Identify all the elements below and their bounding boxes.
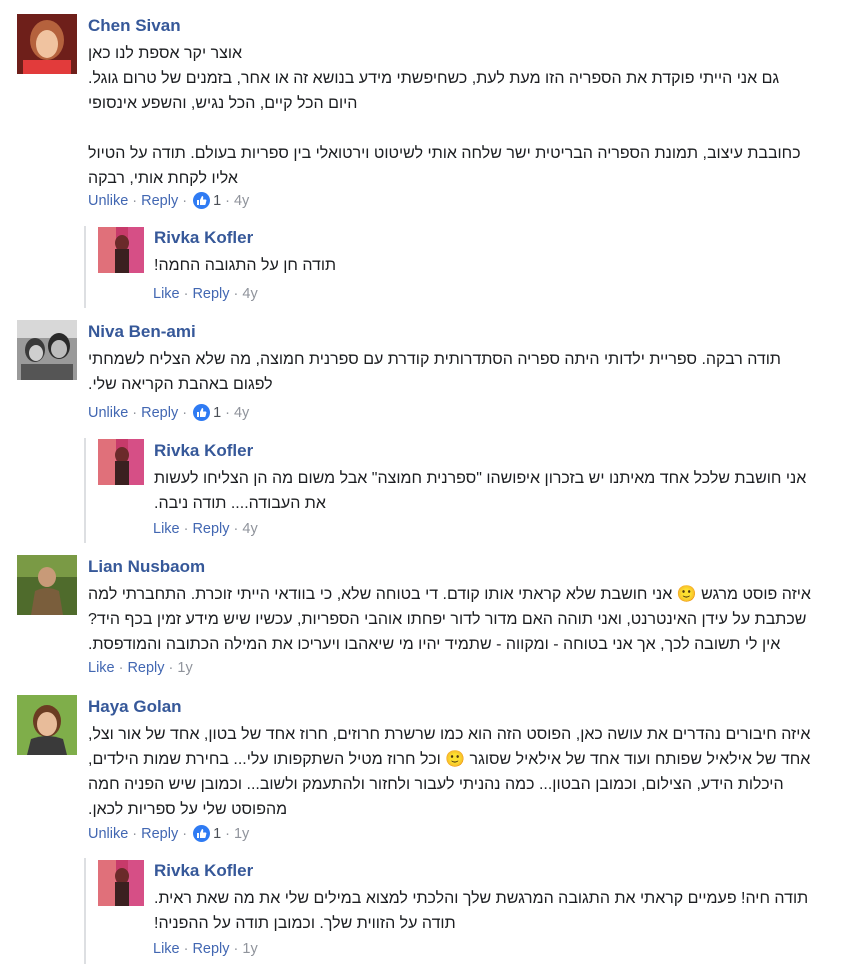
avatar[interactable] [98,860,144,906]
like-thumb-icon[interactable] [193,825,211,842]
separator-dot: · [132,192,138,209]
avatar[interactable] [17,695,77,755]
reply-author[interactable]: Rivka Kofler [154,228,253,248]
comment-actions: Like · Reply · 1y [88,660,193,676]
separator-dot: · [182,192,188,209]
reply-thread-line [84,858,86,964]
separator-dot: · [132,825,138,842]
reply-actions: Like · Reply · 4y [153,286,258,302]
separator-dot: · [183,521,189,537]
like-count[interactable]: 1 [213,193,221,209]
like-button[interactable]: Like [88,660,115,676]
unlike-button[interactable]: Unlike [88,826,128,842]
reply-button[interactable]: Reply [141,405,178,421]
avatar[interactable] [17,14,77,74]
separator-dot: · [233,941,239,957]
separator-dot: · [168,660,174,676]
reply-text: תודה חן על התגובה החמה! [154,257,337,274]
separator-dot: · [118,660,124,676]
comment-text: אוצר יקר אספת לנו כאן גם אני הייתי פוקדת… [88,45,801,187]
unlike-button[interactable]: Unlike [88,193,128,209]
reply-thread-line [84,226,86,308]
comment-author[interactable]: Lian Nusbaom [88,557,205,577]
reply-text: תודה חיה! פעמיים קראתי את התגובה המרגשת … [154,890,809,932]
timestamp[interactable]: 4y [234,193,249,209]
separator-dot: · [233,521,239,537]
reply-author[interactable]: Rivka Kofler [154,441,253,461]
reply-actions: Like · Reply · 1y [153,941,258,957]
reply-button[interactable]: Reply [127,660,164,676]
comment-actions: Unlike · Reply · 1 · 4y [88,404,249,421]
reply-button[interactable]: Reply [141,193,178,209]
comment-actions: Unlike · Reply · 1 · 4y [88,192,249,209]
reply-author[interactable]: Rivka Kofler [154,861,253,881]
separator-dot: · [225,825,230,842]
separator-dot: · [183,941,189,957]
timestamp[interactable]: 4y [234,405,249,421]
comment-author[interactable]: Haya Golan [88,697,182,717]
comment-text: איזה חיבורים נהדרים את עושה כאן, הפוסט ה… [88,726,811,818]
like-button[interactable]: Like [153,941,180,957]
reply-button[interactable]: Reply [192,941,229,957]
reply-text: אני חושבת שלכל אחד מאיתנו יש בזכרון איפו… [154,470,807,512]
reply-button[interactable]: Reply [192,521,229,537]
separator-dot: · [225,192,230,209]
timestamp[interactable]: 4y [242,521,257,537]
separator-dot: · [182,825,188,842]
comment-author[interactable]: Chen Sivan [88,16,181,36]
like-button[interactable]: Like [153,286,180,302]
timestamp[interactable]: 4y [242,286,257,302]
like-thumb-icon[interactable] [193,192,211,209]
avatar[interactable] [98,227,144,273]
separator-dot: · [182,404,188,421]
timestamp[interactable]: 1y [242,941,257,957]
reply-actions: Like · Reply · 4y [153,521,258,537]
like-count[interactable]: 1 [213,405,221,421]
unlike-button[interactable]: Unlike [88,405,128,421]
separator-dot: · [183,286,189,302]
reply-button[interactable]: Reply [192,286,229,302]
comment-author[interactable]: Niva Ben-ami [88,322,196,342]
avatar[interactable] [98,439,144,485]
comment-actions: Unlike · Reply · 1 · 1y [88,825,249,842]
avatar[interactable] [17,320,77,380]
like-thumb-icon[interactable] [193,404,211,421]
like-button[interactable]: Like [153,521,180,537]
comment-text: איזה פוסט מרגש 🙂 אני חושבת שלא קראתי אות… [88,586,811,653]
reply-thread-line [84,438,86,543]
separator-dot: · [233,286,239,302]
timestamp[interactable]: 1y [234,826,249,842]
timestamp[interactable]: 1y [177,660,192,676]
reply-button[interactable]: Reply [141,826,178,842]
separator-dot: · [225,404,230,421]
separator-dot: · [132,404,138,421]
comment-text: תודה רבקה. ספריית ילדותי היתה ספריה הסתד… [88,351,781,393]
avatar[interactable] [17,555,77,615]
like-count[interactable]: 1 [213,826,221,842]
